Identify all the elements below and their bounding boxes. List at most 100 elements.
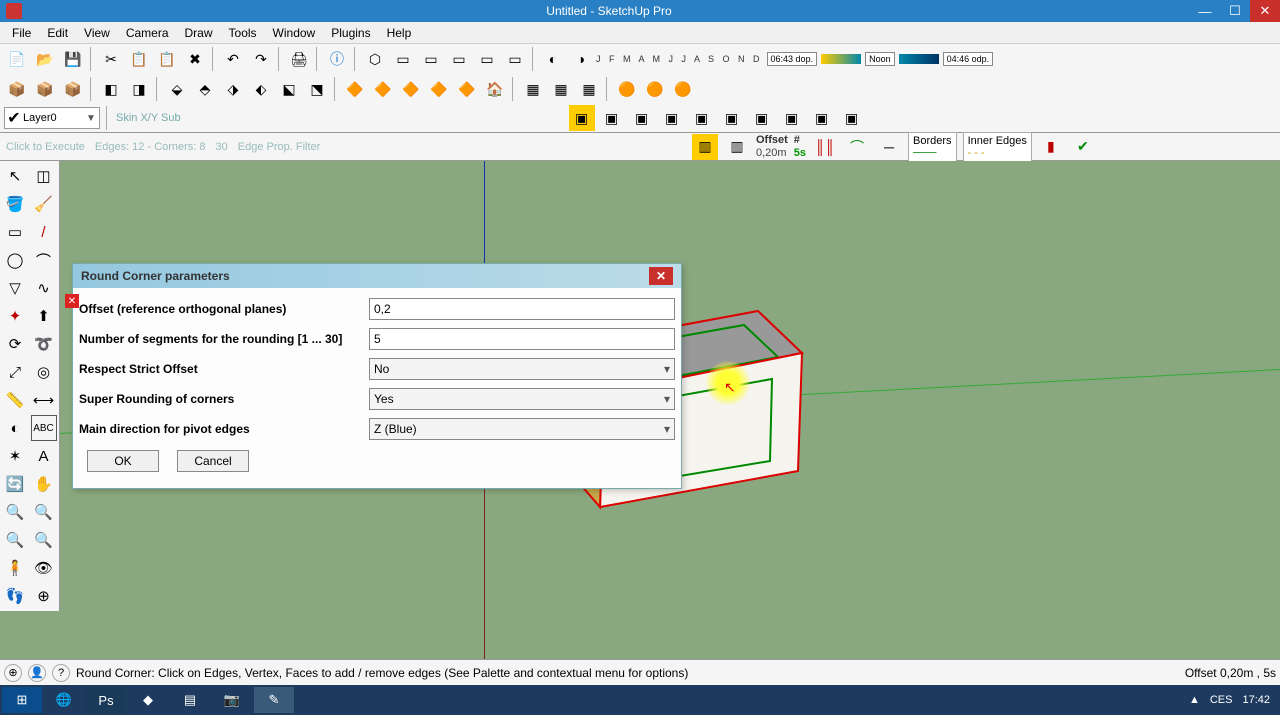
start-button[interactable]: ⊞ (2, 687, 42, 713)
rectangle-tool-icon[interactable]: ▭ (2, 219, 28, 245)
profile-icon[interactable]: ⌒ (844, 134, 870, 160)
system-tray[interactable]: ▲ CES 17:42 (1189, 694, 1278, 706)
component-icon[interactable]: 📦 (32, 76, 58, 102)
select-tool-icon[interactable]: ↖ (2, 163, 28, 189)
tape-tool-icon[interactable]: 📏 (2, 387, 28, 413)
tray-lang[interactable]: CES (1210, 694, 1233, 706)
warehouse-icon[interactable]: 🔶 (454, 76, 480, 102)
taskbar-sketchup-icon[interactable]: ✎ (254, 687, 294, 713)
minimize-button[interactable]: — (1190, 0, 1220, 22)
warehouse-icon[interactable]: 🔶 (342, 76, 368, 102)
menu-help[interactable]: Help (379, 26, 420, 40)
ok-button[interactable]: OK (87, 450, 159, 472)
previous-view-icon[interactable]: 🔍 (2, 527, 28, 553)
position-camera-icon[interactable]: 🧍 (2, 555, 28, 581)
save-file-icon[interactable]: 💾 (60, 46, 86, 72)
cut-icon[interactable]: ✂ (98, 46, 124, 72)
warehouse-icon[interactable]: 🔶 (398, 76, 424, 102)
left-view-icon[interactable]: ▭ (502, 46, 528, 72)
menu-view[interactable]: View (76, 26, 118, 40)
look-around-icon[interactable]: 👁 (31, 555, 57, 581)
menu-window[interactable]: Window (265, 26, 324, 40)
copy-icon[interactable]: 📋 (126, 46, 152, 72)
taskbar-ps-icon[interactable]: Ps (86, 687, 126, 713)
strict-offset-select[interactable]: No▾ (369, 358, 675, 380)
protractor-tool-icon[interactable]: ◐ (2, 415, 28, 441)
3dtext-tool-icon[interactable]: A (31, 443, 57, 469)
dimension-tool-icon[interactable]: ⟷ (31, 387, 57, 413)
solid-icon[interactable]: ⬗ (220, 76, 246, 102)
sandbox-icon[interactable]: ▦ (576, 76, 602, 102)
component-tool-icon[interactable]: ◫ (31, 163, 57, 189)
section-icon[interactable]: ⊕ (31, 583, 57, 609)
borders-box[interactable]: Borders ─── (908, 132, 957, 162)
credits-icon[interactable]: 👤 (28, 664, 46, 682)
open-file-icon[interactable]: 📂 (32, 46, 58, 72)
style-icon[interactable]: ▣ (569, 105, 595, 131)
pivot-direction-select[interactable]: Z (Blue)▾ (369, 418, 675, 440)
tray-flag-icon[interactable]: ▲ (1189, 694, 1200, 706)
style-icon[interactable]: ▣ (779, 105, 805, 131)
new-file-icon[interactable]: 📄 (4, 46, 30, 72)
solid-icon[interactable]: ⬖ (248, 76, 274, 102)
taskbar-explorer-icon[interactable]: ▤ (170, 687, 210, 713)
style-icon[interactable]: ▣ (689, 105, 715, 131)
accept-icon[interactable]: ✔ (1070, 134, 1096, 160)
warehouse-icon[interactable]: 🔶 (426, 76, 452, 102)
solid-icon[interactable]: ◧ (98, 76, 124, 102)
paint-tool-icon[interactable]: 🪣 (2, 191, 28, 217)
polygon-tool-icon[interactable]: ▽ (2, 275, 28, 301)
style-icon[interactable]: ▣ (719, 105, 745, 131)
roundcorner-icon[interactable]: 🟠 (614, 76, 640, 102)
sandbox-icon[interactable]: ▦ (548, 76, 574, 102)
close-button[interactable]: ✕ (1250, 0, 1280, 22)
top-view-icon[interactable]: ▭ (390, 46, 416, 72)
profile-icon[interactable]: ─ (876, 134, 902, 160)
menu-camera[interactable]: Camera (118, 26, 177, 40)
style-icon[interactable]: ▣ (629, 105, 655, 131)
home-icon[interactable]: 🏠 (482, 76, 508, 102)
back-view-icon[interactable]: ▭ (474, 46, 500, 72)
warehouse-icon[interactable]: 🔶 (370, 76, 396, 102)
rotate-tool-icon[interactable]: ⟳ (2, 331, 28, 357)
component-icon[interactable]: 📦 (4, 76, 30, 102)
layer-visible-checkbox[interactable]: ✔ (5, 108, 23, 128)
geo-icon[interactable]: ⊕ (4, 664, 22, 682)
maximize-button[interactable]: ☐ (1220, 0, 1250, 22)
dialog-pin-close-icon[interactable]: ✕ (65, 294, 79, 308)
inner-edges-box[interactable]: Inner Edges - - - (963, 132, 1032, 162)
help-icon[interactable]: ? (52, 664, 70, 682)
menu-plugins[interactable]: Plugins (323, 26, 378, 40)
undo-icon[interactable]: ↶ (220, 46, 246, 72)
axes-tool-icon[interactable]: ✶ (2, 443, 28, 469)
profile-icon[interactable]: ║║ (812, 134, 838, 160)
style-icon[interactable]: ▣ (659, 105, 685, 131)
pan-tool-icon[interactable]: ✋ (31, 471, 57, 497)
erase-icon[interactable]: ✖ (182, 46, 208, 72)
dialog-close-button[interactable]: ✕ (649, 267, 673, 285)
redo-icon[interactable]: ↷ (248, 46, 274, 72)
chevron-down-icon[interactable]: ▼ (83, 113, 99, 124)
walk-icon[interactable]: 👣 (2, 583, 28, 609)
solid-icon[interactable]: ⬔ (304, 76, 330, 102)
model-info-icon[interactable]: ⓘ (324, 46, 350, 72)
solid-icon[interactable]: ⬙ (164, 76, 190, 102)
dialog-titlebar[interactable]: Round Corner parameters ✕ (73, 264, 681, 288)
move-tool-icon[interactable]: ✦ (2, 303, 28, 329)
shadow-timeline[interactable]: J F M A M J J A S O N D 06:43 dop. Noon … (596, 52, 993, 66)
roundcorner-icon[interactable]: 🟠 (670, 76, 696, 102)
followme-tool-icon[interactable]: ➰ (31, 331, 57, 357)
solid-icon[interactable]: ⬘ (192, 76, 218, 102)
sandbox-icon[interactable]: ▦ (520, 76, 546, 102)
menu-draw[interactable]: Draw (177, 26, 221, 40)
shadow-settings-icon[interactable]: ◑ (568, 46, 594, 72)
scale-tool-icon[interactable]: ⤢ (2, 359, 28, 385)
menu-file[interactable]: File (4, 26, 39, 40)
line-tool-icon[interactable]: / (31, 219, 57, 245)
solid-icon[interactable]: ⬕ (276, 76, 302, 102)
style-icon[interactable]: ▣ (839, 105, 865, 131)
layer-selector[interactable]: ✔ Layer0 ▼ (4, 107, 100, 129)
paste-icon[interactable]: 📋 (154, 46, 180, 72)
component-icon[interactable]: 📦 (60, 76, 86, 102)
filter-icon[interactable]: ▥ (692, 134, 718, 160)
